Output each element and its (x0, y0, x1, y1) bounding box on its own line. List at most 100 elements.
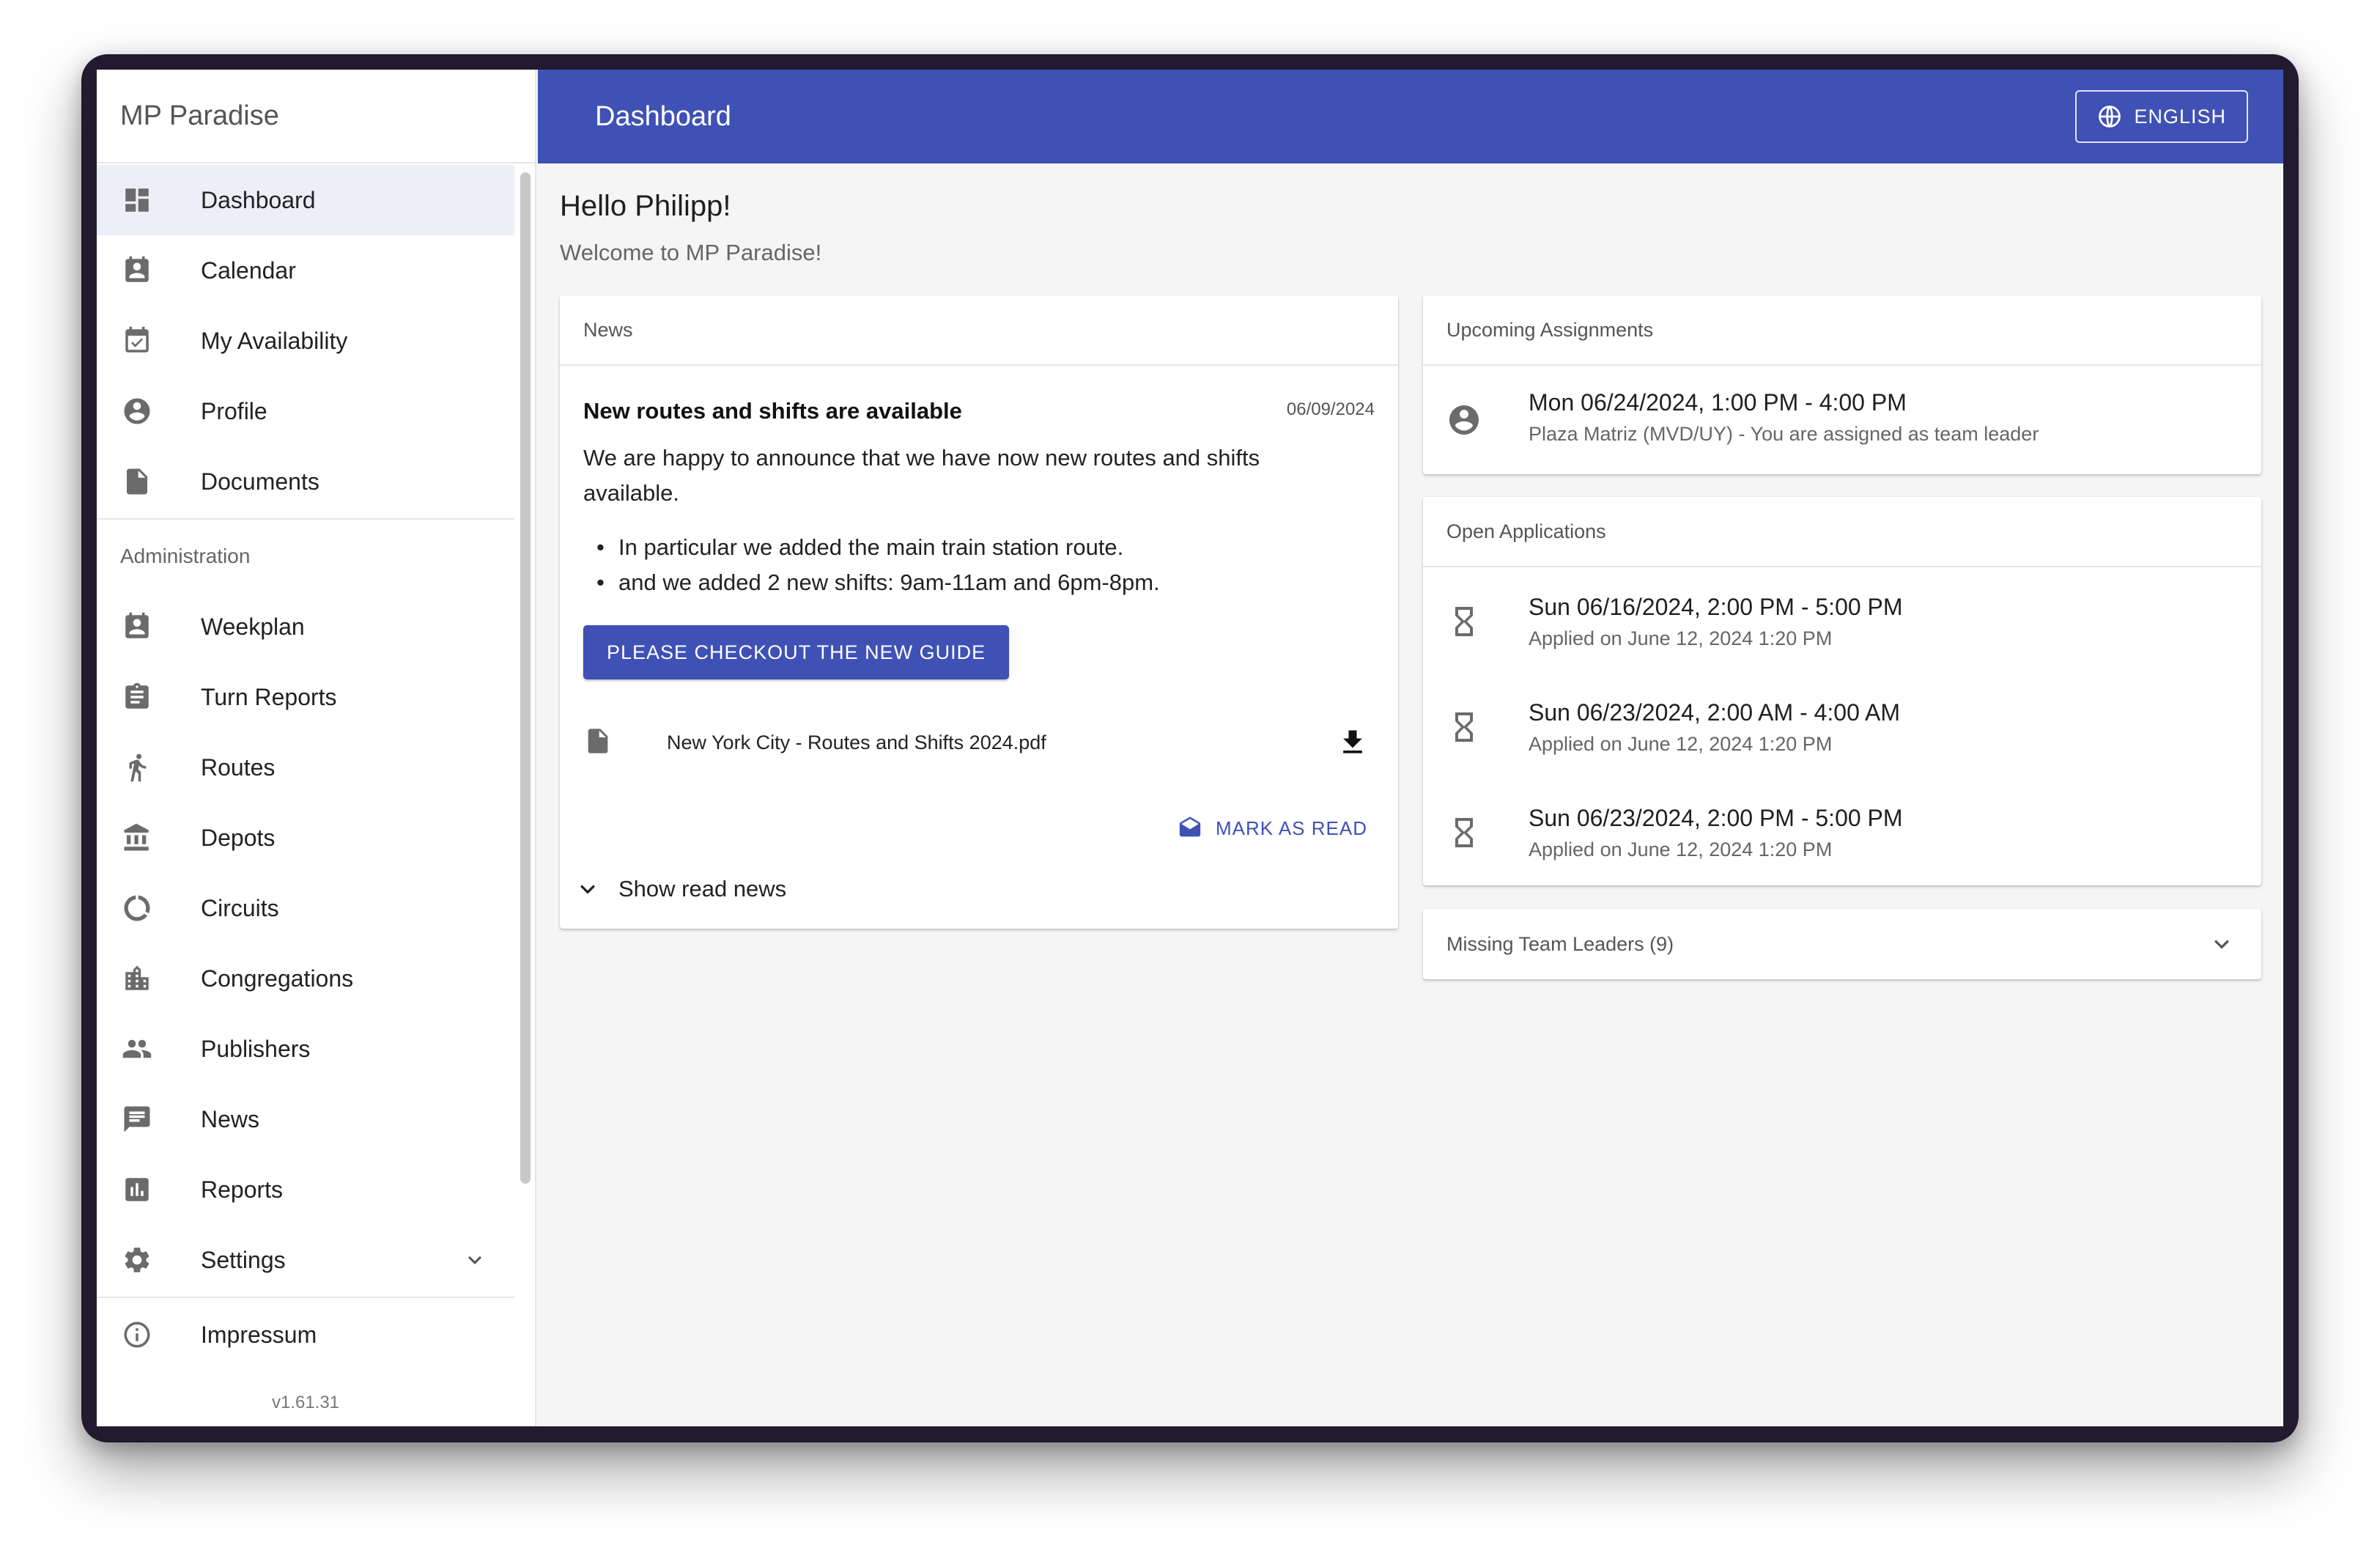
sidebar-item-label: Impressum (201, 1321, 317, 1348)
sidebar-item-turn-reports[interactable]: Turn Reports (97, 662, 514, 732)
sidebar-nav: Dashboard Calendar My Availability Profi… (97, 165, 514, 1375)
globe-icon (2099, 106, 2121, 128)
sidebar-item-publishers[interactable]: Publishers (97, 1014, 514, 1084)
application-date: Applied on June 12, 2024 1:20 PM (1529, 627, 1833, 649)
application-time: Sun 06/23/2024, 2:00 PM - 5:00 PM (1529, 805, 1903, 831)
clipboard-icon (120, 680, 154, 714)
application-item[interactable]: Sun 06/23/2024, 2:00 AM - 4:00 AM Applie… (1423, 674, 2261, 780)
sidebar-item-dashboard[interactable]: Dashboard (97, 165, 514, 235)
news-bullet: and we added 2 new shifts: 9am-11am and … (583, 565, 1160, 600)
brand-title: MP Paradise (97, 70, 535, 163)
page-title: Dashboard (595, 100, 731, 132)
sidebar-item-label: Reports (201, 1176, 284, 1203)
calendar-icon (120, 254, 154, 287)
sidebar-item-my-availability[interactable]: My Availability (97, 306, 514, 376)
hourglass-icon (1446, 604, 1482, 643)
weekplan-icon (120, 610, 154, 644)
application-date: Applied on June 12, 2024 1:20 PM (1529, 733, 1833, 755)
mark-as-read-button[interactable]: MARK AS READ (1178, 816, 1367, 841)
sidebar-item-label: Turn Reports (201, 683, 337, 710)
sidebar-scrollbar[interactable] (520, 172, 531, 1184)
news-bullet-list: In particular we added the main train st… (583, 530, 1160, 600)
sidebar-item-documents[interactable]: Documents (97, 446, 514, 517)
depot-icon (120, 821, 154, 855)
sidebar-item-label: Calendar (201, 257, 296, 284)
application-item[interactable]: Sun 06/16/2024, 2:00 PM - 5:00 PM Applie… (1423, 569, 2261, 674)
show-read-news-toggle[interactable]: Show read news (573, 874, 786, 904)
news-card-header: News (560, 295, 1398, 366)
news-bullet: In particular we added the main train st… (583, 530, 1160, 565)
sidebar-item-label: Settings (201, 1246, 286, 1273)
sidebar-section-administration: Administration (120, 545, 251, 567)
sidebar-item-weekplan[interactable]: Weekplan (97, 591, 514, 662)
hourglass-icon (1446, 710, 1482, 748)
sidebar-item-label: Circuits (201, 894, 279, 921)
language-label: ENGLISH (2134, 105, 2226, 128)
sidebar-item-impressum[interactable]: Impressum (97, 1300, 514, 1370)
drafts-icon (1179, 817, 1201, 837)
sidebar-item-label: Documents (201, 468, 319, 495)
sidebar-divider (97, 1297, 514, 1298)
news-icon (120, 1102, 154, 1136)
app-version: v1.61.31 (271, 1393, 340, 1412)
reports-icon (120, 1173, 154, 1206)
sidebar-item-calendar[interactable]: Calendar (97, 235, 514, 306)
building-icon (120, 962, 154, 995)
sidebar-item-label: Congregations (201, 965, 354, 992)
availability-icon (120, 324, 154, 358)
chevron-down-icon (462, 1247, 488, 1279)
sidebar-item-label: Publishers (201, 1035, 311, 1062)
sidebar-item-profile[interactable]: Profile (97, 376, 514, 446)
document-icon (120, 465, 154, 498)
sidebar-item-settings[interactable]: Settings (97, 1225, 514, 1295)
app-bar: Dashboard ENGLISH (538, 70, 2283, 163)
application-time: Sun 06/23/2024, 2:00 AM - 4:00 AM (1529, 699, 1901, 726)
news-date: 06/09/2024 (1286, 399, 1375, 419)
open-applications-card: Open Applications Sun 06/16/2024, 2:00 P… (1423, 497, 2261, 885)
application-time: Sun 06/16/2024, 2:00 PM - 5:00 PM (1529, 594, 1903, 620)
app-window: MP Paradise Dashboard Calendar My Availa… (97, 70, 2283, 1426)
people-icon (120, 1032, 154, 1066)
main-content: Hello Philipp! Welcome to MP Paradise! N… (560, 163, 2261, 1426)
circuit-icon (120, 891, 154, 925)
sidebar-item-label: Depots (201, 824, 276, 851)
assignment-time: Mon 06/24/2024, 1:00 PM - 4:00 PM (1529, 389, 1907, 416)
open-applications-header: Open Applications (1423, 497, 2261, 567)
sidebar-item-routes[interactable]: Routes (97, 732, 514, 803)
sidebar-item-label: Routes (201, 753, 276, 781)
mark-as-read-label: MARK AS READ (1215, 817, 1367, 839)
chevron-down-icon (580, 885, 595, 894)
news-title: New routes and shifts are available (583, 398, 962, 424)
sidebar-item-congregations[interactable]: Congregations (97, 943, 514, 1014)
welcome-text: Welcome to MP Paradise! (560, 240, 822, 265)
checkout-guide-button[interactable]: PLEASE CHECKOUT THE NEW GUIDE (583, 625, 1010, 679)
sidebar-item-news[interactable]: News (97, 1084, 514, 1154)
assignment-item[interactable]: Mon 06/24/2024, 1:00 PM - 4:00 PM Plaza … (1423, 367, 2261, 473)
sidebar-item-label: News (201, 1105, 260, 1132)
sidebar-item-circuits[interactable]: Circuits (97, 873, 514, 943)
sidebar-item-label: Weekplan (201, 613, 305, 640)
news-card: News New routes and shifts are available… (560, 295, 1398, 929)
sidebar-item-label: Dashboard (201, 186, 316, 213)
chevron-down-icon (2207, 929, 2236, 962)
attachment-filename: New York City - Routes and Shifts 2024.p… (667, 731, 1046, 753)
download-icon[interactable] (1337, 726, 1369, 762)
language-button[interactable]: ENGLISH (2075, 90, 2248, 143)
sidebar-divider (97, 518, 514, 520)
assignment-details: Plaza Matriz (MVD/UY) - You are assigned… (1529, 423, 2039, 445)
upcoming-assignments-header: Upcoming Assignments (1423, 295, 2261, 366)
missing-team-leaders-accordion[interactable]: Missing Team Leaders (9) (1423, 909, 2261, 979)
profile-icon (1446, 402, 1482, 441)
sidebar-item-depots[interactable]: Depots (97, 803, 514, 873)
file-icon (583, 726, 613, 759)
profile-icon (120, 394, 154, 428)
attachment-row[interactable]: New York City - Routes and Shifts 2024.p… (583, 720, 1375, 764)
routes-icon (120, 751, 154, 784)
info-icon (120, 1318, 154, 1352)
application-item[interactable]: Sun 06/23/2024, 2:00 PM - 5:00 PM Applie… (1423, 780, 2261, 885)
sidebar-item-reports[interactable]: Reports (97, 1154, 514, 1225)
missing-team-leaders-header: Missing Team Leaders (9) (1446, 932, 1674, 955)
show-read-news-label: Show read news (618, 876, 787, 902)
gear-icon (120, 1243, 154, 1277)
upcoming-assignments-card: Upcoming Assignments Mon 06/24/2024, 1:0… (1423, 295, 2261, 474)
